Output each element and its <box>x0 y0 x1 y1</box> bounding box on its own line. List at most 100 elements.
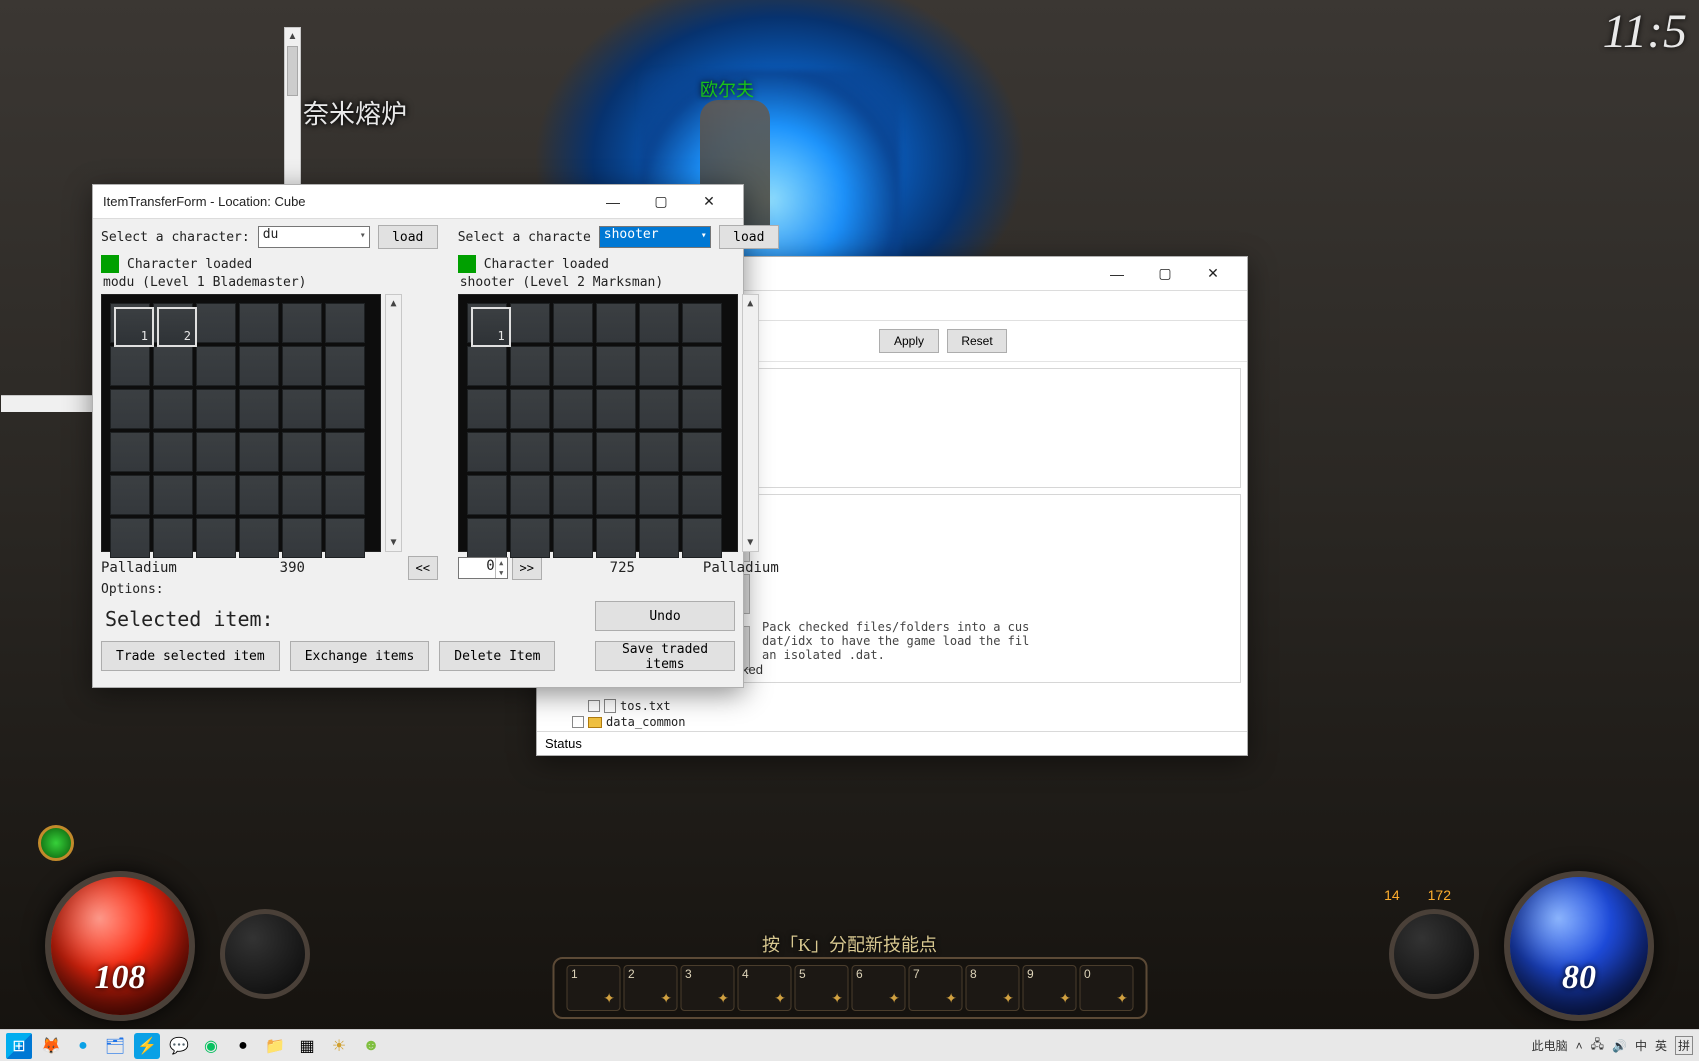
inventory-cell[interactable] <box>553 518 593 558</box>
inventory-left[interactable]: 1 2 <box>101 294 381 552</box>
tray-volume-icon[interactable]: 🔊 <box>1612 1039 1627 1053</box>
taskbar-app-icon[interactable]: ☻ <box>358 1033 384 1059</box>
apply-button[interactable]: Apply <box>879 329 939 353</box>
load-left-button[interactable]: load <box>378 225 438 249</box>
close-button[interactable]: ✕ <box>685 186 733 218</box>
tray-text[interactable]: 此电脑 <box>1532 1037 1568 1054</box>
inventory-cell[interactable] <box>282 518 322 558</box>
inventory-cell[interactable] <box>110 475 150 515</box>
ime-indicator[interactable]: 中 <box>1635 1037 1647 1054</box>
inventory-cell[interactable] <box>196 389 236 429</box>
inventory-cell[interactable] <box>196 475 236 515</box>
reset-button[interactable]: Reset <box>947 329 1007 353</box>
inventory-cell[interactable] <box>639 518 679 558</box>
inventory-cell[interactable] <box>639 346 679 386</box>
inventory-cell[interactable] <box>467 346 507 386</box>
inventory-cell[interactable] <box>239 518 279 558</box>
inventory-cell[interactable] <box>510 518 550 558</box>
inventory-cell[interactable] <box>282 389 322 429</box>
inventory-cell[interactable] <box>325 346 365 386</box>
tray-network-icon[interactable]: 🖧 <box>1591 1035 1604 1056</box>
inventory-cell[interactable] <box>682 432 722 472</box>
scroll-up-icon[interactable]: ▲ <box>386 295 401 312</box>
inventory-cell[interactable] <box>153 432 193 472</box>
inventory-cell[interactable] <box>196 518 236 558</box>
trade-button[interactable]: Trade selected item <box>101 641 280 671</box>
maximize-button[interactable]: ▢ <box>1141 258 1189 290</box>
inventory-cell[interactable] <box>682 303 722 343</box>
transfer-right-button[interactable]: >> <box>512 556 542 580</box>
spin-down-icon[interactable]: ▼ <box>496 568 507 578</box>
inventory-cell[interactable] <box>325 389 365 429</box>
tree-checkbox[interactable] <box>572 716 584 728</box>
inventory-cell[interactable] <box>110 432 150 472</box>
inventory-cell[interactable] <box>110 518 150 558</box>
inventory-cell[interactable] <box>682 389 722 429</box>
inventory-cell[interactable] <box>282 432 322 472</box>
inventory-cell[interactable] <box>510 346 550 386</box>
inventory-cell[interactable] <box>639 389 679 429</box>
inventory-cell[interactable] <box>553 346 593 386</box>
inventory-cell[interactable] <box>325 303 365 343</box>
inventory-item[interactable]: 1 <box>114 307 154 347</box>
taskbar-app-icon[interactable]: 💬 <box>166 1033 192 1059</box>
inventory-cell[interactable] <box>467 518 507 558</box>
inventory-cell[interactable] <box>467 475 507 515</box>
ime-indicator[interactable]: 拼 <box>1675 1036 1693 1055</box>
inventory-cell[interactable] <box>325 475 365 515</box>
inventory-cell[interactable] <box>639 432 679 472</box>
tree-item-data-common[interactable]: data_common <box>606 715 685 729</box>
load-right-button[interactable]: load <box>719 225 779 249</box>
tree-item-tos[interactable]: tos.txt <box>620 699 671 713</box>
inventory-cell[interactable] <box>239 389 279 429</box>
inventory-cell[interactable] <box>639 303 679 343</box>
taskbar-app-icon[interactable]: 🦊 <box>38 1033 64 1059</box>
ime-indicator[interactable]: 英 <box>1655 1037 1667 1054</box>
scroll-down-icon[interactable]: ▼ <box>743 534 758 551</box>
inventory-cell[interactable] <box>282 346 322 386</box>
character-combo-left[interactable]: du ▾ <box>258 226 370 248</box>
taskbar-app-icon[interactable]: ▦ <box>294 1033 320 1059</box>
undo-button[interactable]: Undo <box>595 601 735 631</box>
scroll-down-icon[interactable]: ▼ <box>386 534 401 551</box>
inventory-cell[interactable] <box>196 346 236 386</box>
tray-chevron-icon[interactable]: ˄ <box>1576 1039 1583 1053</box>
save-button[interactable]: Save traded items <box>595 641 735 671</box>
inventory-cell[interactable] <box>282 475 322 515</box>
inventory-cell[interactable] <box>325 518 365 558</box>
inventory-cell[interactable] <box>239 303 279 343</box>
taskbar-app-icon[interactable]: 📁 <box>262 1033 288 1059</box>
character-combo-right[interactable]: shooter ▾ <box>599 226 711 248</box>
inventory-cell[interactable] <box>596 475 636 515</box>
taskbar-app-icon[interactable]: ☀ <box>326 1033 352 1059</box>
inventory-cell[interactable] <box>553 475 593 515</box>
scroll-thumb[interactable] <box>287 46 298 96</box>
inventory-scrollbar-right[interactable]: ▲ ▼ <box>742 294 759 552</box>
inventory-cell[interactable] <box>196 303 236 343</box>
taskbar-app-icon[interactable]: ◉ <box>198 1033 224 1059</box>
inventory-cell[interactable] <box>553 389 593 429</box>
inventory-cell[interactable] <box>639 475 679 515</box>
inventory-cell[interactable] <box>682 518 722 558</box>
delete-button[interactable]: Delete Item <box>439 641 555 671</box>
spin-up-icon[interactable]: ▲ <box>496 558 507 568</box>
taskbar-app-icon[interactable]: ⚡ <box>134 1033 160 1059</box>
minimize-button[interactable]: — <box>589 186 637 218</box>
inventory-cell[interactable] <box>110 346 150 386</box>
inventory-cell[interactable] <box>467 432 507 472</box>
inventory-item[interactable]: 1 <box>471 307 511 347</box>
taskbar-app-icon[interactable]: 🗂 <box>102 1033 128 1059</box>
inventory-cell[interactable] <box>510 475 550 515</box>
transfer-left-button[interactable]: << <box>408 556 438 580</box>
maximize-button[interactable]: ▢ <box>637 186 685 218</box>
transfer-amount-input[interactable]: 0 ▲▼ <box>458 557 508 579</box>
inventory-cell[interactable] <box>682 475 722 515</box>
inventory-scrollbar-left[interactable]: ▲ ▼ <box>385 294 402 552</box>
inventory-cell[interactable] <box>467 389 507 429</box>
inventory-cell[interactable] <box>239 475 279 515</box>
inventory-right[interactable]: 1 <box>458 294 738 552</box>
inventory-cell[interactable] <box>325 432 365 472</box>
inventory-cell[interactable] <box>596 432 636 472</box>
inventory-cell[interactable] <box>196 432 236 472</box>
inventory-cell[interactable] <box>153 518 193 558</box>
